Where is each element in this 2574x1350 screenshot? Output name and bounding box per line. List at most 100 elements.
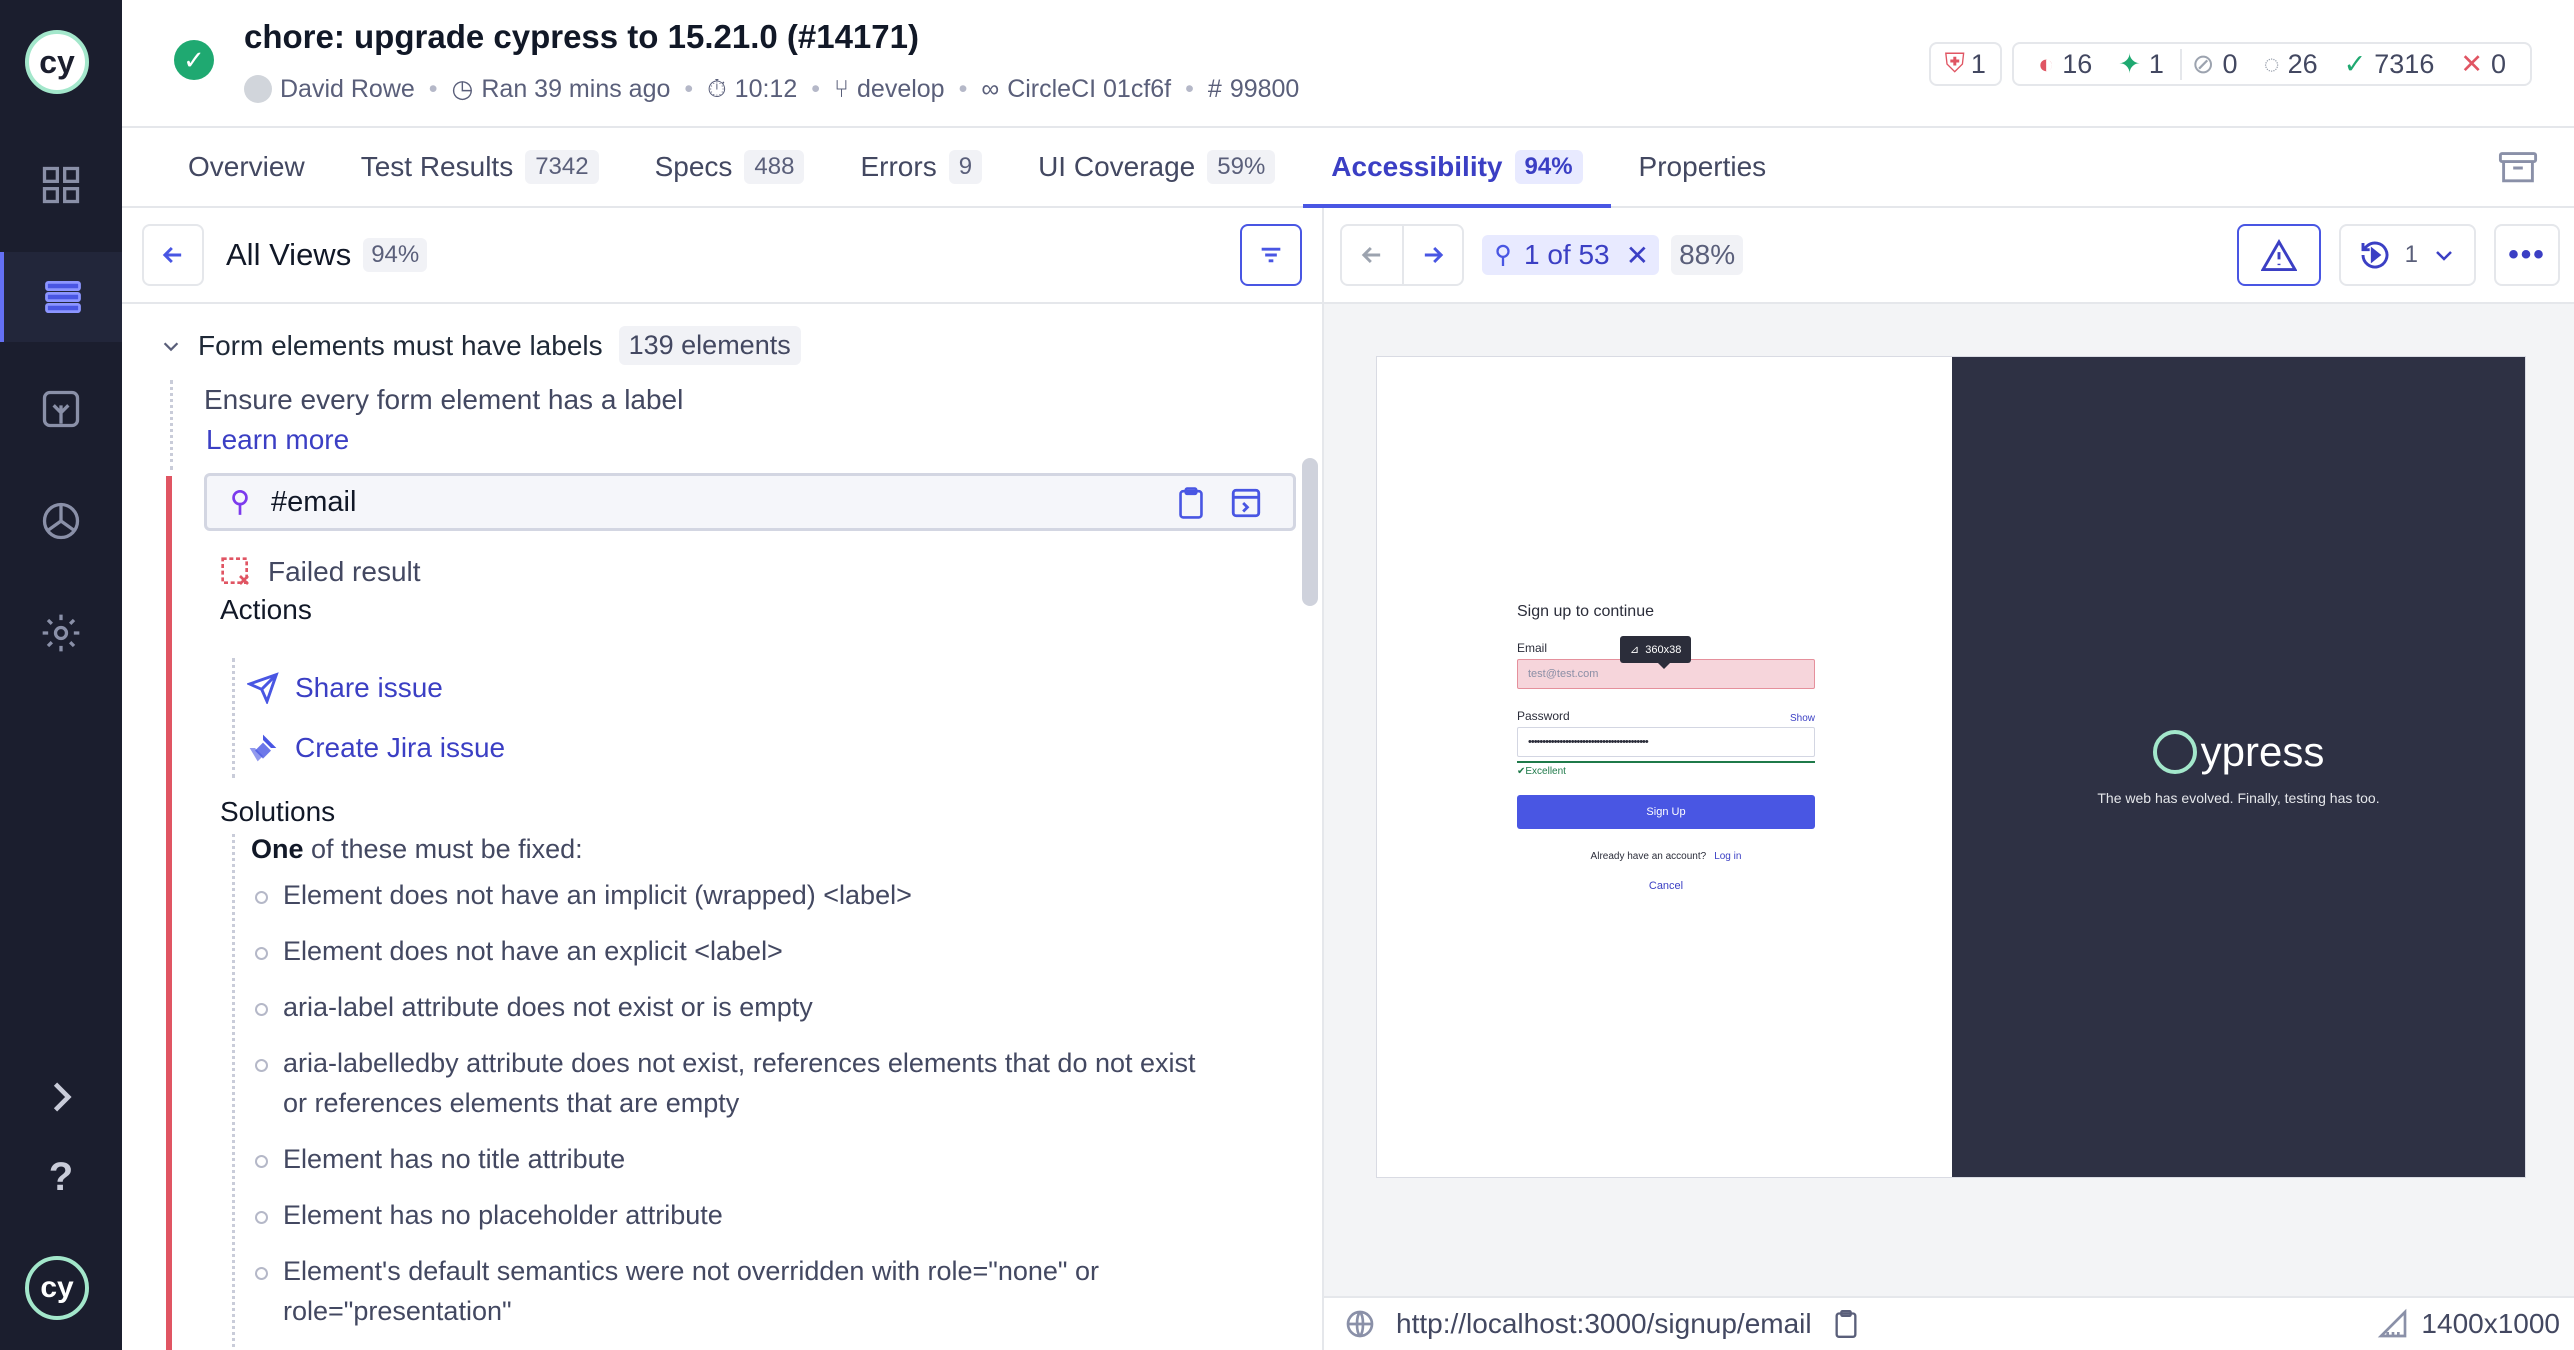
snapshot-signup-button[interactable]: Sign Up	[1517, 795, 1815, 829]
clock-icon: ◷	[451, 75, 474, 103]
passed-status-icon: ✓	[174, 40, 214, 80]
rule-count: 139 elements	[618, 326, 801, 365]
actions-list: Share issue Create Jira issue	[232, 658, 505, 778]
tab-accessibility[interactable]: Accessibility 94%	[1303, 128, 1611, 208]
replay-dropdown[interactable]: 1	[2338, 224, 2476, 286]
rule-description: Ensure every form element has a label	[204, 384, 684, 415]
tab-test-results[interactable]: Test Results 7342	[333, 128, 627, 206]
jira-icon	[249, 734, 277, 762]
tab-specs[interactable]: Specs 488	[627, 128, 833, 206]
send-icon	[247, 672, 279, 704]
previous-element-button[interactable]	[1342, 226, 1402, 284]
snapshot-show-link[interactable]: Show	[1790, 713, 1815, 724]
clipboard-icon[interactable]	[1832, 1308, 1860, 1340]
learn-more-link[interactable]: Learn more	[206, 424, 349, 456]
run-branch[interactable]: ⑂ develop	[834, 75, 945, 104]
run-time: ◷ Ran 39 mins ago	[451, 74, 671, 104]
check-icon: ✓	[2343, 48, 2367, 79]
chevron-right-icon	[53, 1082, 72, 1112]
shield-alert-icon: ⛨	[1944, 48, 1965, 78]
severity-bar	[166, 476, 172, 1350]
avatar	[244, 75, 272, 103]
x-icon: ✕	[2460, 48, 2483, 79]
solutions-heading: Solutions	[220, 796, 336, 827]
clear-selection-icon[interactable]: ✕	[1626, 239, 1649, 272]
sparkle-icon: ✦	[2118, 48, 2141, 79]
passed-count[interactable]: ✓ 7316	[2334, 49, 2445, 80]
more-options-button[interactable]: •••	[2494, 224, 2560, 286]
flaky-icon: ◐	[2037, 48, 2055, 79]
share-issue-button[interactable]: Share issue	[247, 658, 505, 718]
stopwatch-icon: ⏱	[707, 74, 727, 103]
pending-count[interactable]: ◌ 26	[2254, 49, 2328, 80]
flaky-count[interactable]: ◐ 16	[2028, 49, 2102, 80]
snapshot-already: Already have an account? Log in	[1590, 851, 1742, 862]
nav-branches[interactable]	[0, 364, 122, 454]
run-title: chore: upgrade cypress to 15.21.0 (#1417…	[244, 18, 919, 55]
snapshot-password-input[interactable]: ••••••••••••••••••••••••••••••••••••••••…	[1517, 727, 1815, 757]
solution-item: aria-label attribute does not exist or i…	[251, 987, 1232, 1027]
next-element-button[interactable]	[1402, 226, 1462, 284]
nav-runs[interactable]	[0, 252, 122, 342]
zoom-level: 88%	[1671, 235, 1744, 275]
cypress-c-logo	[2152, 730, 2197, 774]
cypress-logo[interactable]: cy	[25, 30, 89, 94]
question-icon: ?	[48, 1154, 74, 1199]
solution-item: Element's default semantics were not ove…	[251, 1251, 1211, 1331]
nav-settings[interactable]	[0, 588, 122, 678]
failed-count[interactable]: ✕ 0	[2450, 49, 2516, 80]
nav-projects[interactable]	[0, 140, 122, 230]
snapshot-cancel-link[interactable]: Cancel	[1517, 880, 1815, 892]
rule-header[interactable]: Form elements must have labels 139 eleme…	[160, 326, 801, 365]
selected-element-row[interactable]: #email	[204, 473, 1296, 531]
pin-icon	[232, 489, 248, 515]
snapshot-brand: ypress	[2152, 728, 2324, 776]
a11y-issues-badge[interactable]: ⛨ 1	[1928, 42, 2002, 86]
filter-icon	[1261, 247, 1281, 263]
warning-icon	[2260, 239, 2297, 271]
run-header: ✓ chore: upgrade cypress to 15.21.0 (#14…	[122, 0, 2574, 128]
solution-item: Element has no title attribute	[251, 1139, 1232, 1179]
snapshot-toolbar: 1 of 53 ✕ 88% 1 •••	[1324, 208, 2574, 304]
clipboard-icon[interactable]	[1175, 486, 1207, 520]
run-meta: David Rowe • ◷ Ran 39 mins ago • ⏱ 10:12 •…	[244, 74, 1299, 104]
snapshot-password-label: Password	[1517, 709, 1570, 723]
run-stats: ⛨ 1 ◐ 16 ✦ 1 ⊘ 0 ◌ 26 ✓ 7316 ✕ 0	[1928, 42, 2532, 86]
page-snapshot[interactable]: Sign up to continue Email test@test.com …	[1376, 356, 2526, 1178]
cypress-logo-bottom[interactable]: cy	[25, 1256, 89, 1320]
tab-overview[interactable]: Overview	[160, 128, 333, 206]
globe-icon	[1346, 1310, 1374, 1338]
run-tabs: Overview Test Results 7342 Specs 488 Error…	[122, 128, 2574, 208]
scrollbar-thumb[interactable]	[1302, 458, 1318, 606]
back-button[interactable]	[142, 224, 204, 286]
issues-toggle-button[interactable]	[2236, 224, 2321, 286]
server-icon	[45, 280, 81, 314]
pending-icon: ◌	[2263, 48, 2280, 79]
help-button[interactable]: ?	[0, 1132, 122, 1222]
solution-item: Element does not have an explicit <label…	[251, 931, 1232, 971]
snapshot-login-link[interactable]: Log in	[1714, 851, 1741, 862]
create-jira-issue-button[interactable]: Create Jira issue	[247, 718, 505, 778]
arrow-left-icon	[1361, 246, 1381, 264]
new-failures-count[interactable]: ✦ 1	[2108, 49, 2174, 80]
run-ci[interactable]: ∞ CircleCI 01cf6f	[981, 75, 1171, 104]
skipped-count[interactable]: ⊘ 0	[2179, 48, 2248, 80]
element-position-pill: 1 of 53 ✕	[1482, 235, 1660, 275]
grid-icon	[42, 166, 80, 204]
archive-icon[interactable]	[2498, 152, 2538, 184]
branch-review-icon	[42, 390, 80, 428]
replay-icon	[2361, 241, 2389, 269]
test-stats-pill: ◐ 16 ✦ 1 ⊘ 0 ◌ 26 ✓ 7316 ✕ 0	[2011, 42, 2532, 86]
tab-errors[interactable]: Errors 9	[832, 128, 1010, 206]
tab-properties[interactable]: Properties	[1611, 128, 1795, 206]
expand-nav-button[interactable]	[0, 1052, 122, 1142]
filter-button[interactable]	[1240, 224, 1302, 286]
snapshot-pane: 1 of 53 ✕ 88% 1 ••• Sign up to continue …	[1324, 208, 2574, 1350]
tab-ui-coverage[interactable]: UI Coverage 59%	[1010, 128, 1303, 206]
views-header: All Views 94%	[122, 208, 1322, 304]
nav-analytics[interactable]	[0, 476, 122, 566]
open-element-icon[interactable]	[1229, 486, 1263, 520]
solution-item: Element has no placeholder attribute	[251, 1195, 1232, 1235]
chevron-down-icon	[2436, 251, 2452, 261]
run-duration: ⏱ 10:12	[707, 74, 798, 103]
